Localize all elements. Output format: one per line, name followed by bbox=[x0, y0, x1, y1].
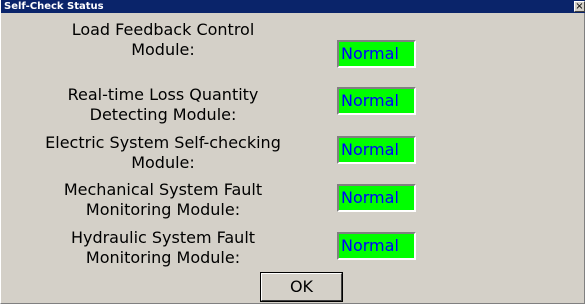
status-indicator: Normal bbox=[337, 87, 416, 115]
module-label-line2: Module: bbox=[131, 40, 195, 59]
module-label-line1: Load Feedback Control bbox=[71, 20, 255, 39]
title-bar[interactable]: Self-Check Status × bbox=[1, 0, 585, 13]
module-label-line1: Electric System Self-checking bbox=[45, 133, 281, 152]
module-label-line2: Detecting Module: bbox=[89, 105, 237, 124]
self-check-dialog: Self-Check Status × Load Feedback Contro… bbox=[0, 0, 585, 304]
dialog-title: Self-Check Status bbox=[4, 1, 104, 12]
close-button[interactable]: × bbox=[574, 1, 585, 12]
module-label: Real-time Loss Quantity Detecting Module… bbox=[5, 85, 321, 125]
module-label-line2: Monitoring Module: bbox=[85, 200, 241, 219]
module-label: Electric System Self-checking Module: bbox=[5, 133, 321, 173]
module-label: Hydraulic System Fault Monitoring Module… bbox=[5, 228, 321, 268]
module-label: Load Feedback Control Module: bbox=[5, 20, 321, 60]
status-indicator: Normal bbox=[337, 232, 416, 260]
module-label-line1: Real-time Loss Quantity bbox=[67, 85, 259, 104]
dialog-body: Load Feedback Control Module: Normal Rea… bbox=[1, 13, 585, 304]
module-label-line1: Hydraulic System Fault bbox=[70, 228, 256, 247]
module-label-line1: Mechanical System Fault bbox=[63, 180, 263, 199]
status-indicator: Normal bbox=[337, 184, 416, 212]
module-label-line2: Monitoring Module: bbox=[85, 248, 241, 267]
status-indicator: Normal bbox=[337, 40, 416, 68]
close-icon: × bbox=[575, 1, 584, 12]
module-label: Mechanical System Fault Monitoring Modul… bbox=[5, 180, 321, 220]
status-indicator: Normal bbox=[337, 136, 416, 164]
module-label-line2: Module: bbox=[131, 153, 195, 172]
ok-button[interactable]: OK bbox=[260, 272, 343, 302]
